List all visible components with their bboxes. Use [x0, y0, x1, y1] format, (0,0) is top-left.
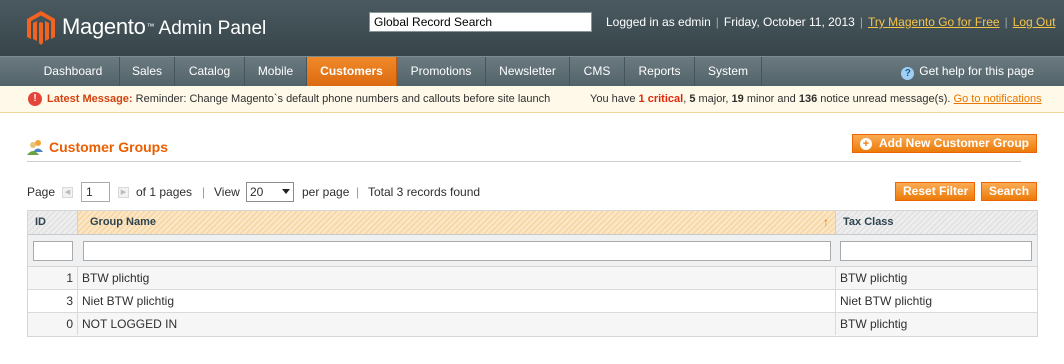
cell-group-name: NOT LOGGED IN — [78, 313, 836, 335]
title-divider — [27, 161, 1021, 162]
header-links: Logged in as edmin | Friday, October 11, 2… — [606, 15, 1056, 29]
add-new-customer-group-button[interactable]: + Add New Customer Group — [852, 134, 1037, 153]
unread-messages-summary: You have 1 critical, 5 major, 19 minor a… — [590, 93, 1042, 105]
trademark: ™ — [146, 22, 155, 31]
latest-message-text: Reminder: Change Magento`s default phone… — [135, 93, 551, 105]
column-header-group-name[interactable]: Group Name ↑ — [78, 211, 836, 234]
group-name-filter-input[interactable] — [83, 241, 831, 261]
search-button[interactable]: Search — [981, 182, 1037, 201]
per-page-label: per page — [302, 185, 350, 199]
logout-link[interactable]: Log Out — [1013, 15, 1056, 29]
try-magento-go-link[interactable]: Try Magento Go for Free — [868, 15, 1000, 29]
help-icon: ? — [901, 67, 915, 80]
nav-catalog[interactable]: Catalog — [175, 57, 245, 86]
minor-label: minor and — [746, 93, 796, 105]
nav-cms[interactable]: CMS — [570, 57, 625, 86]
notice-count: 136 — [798, 93, 818, 105]
chevron-down-icon — [282, 189, 290, 194]
minor-count: 19 — [731, 93, 744, 105]
prev-page-icon[interactable]: ◀ — [62, 187, 73, 198]
cell-tax-class: BTW plichtig — [840, 317, 908, 331]
cell-group-name: Niet BTW plichtig — [78, 290, 836, 312]
grid-filter-row — [28, 235, 1037, 267]
unread-prefix: You have — [590, 93, 636, 105]
add-button-label: Add New Customer Group — [879, 136, 1030, 150]
nav-newsletter[interactable]: Newsletter — [486, 57, 570, 86]
logged-in-text: Logged in as edmin — [606, 15, 711, 29]
cell-id: 1 — [28, 267, 78, 289]
page-number-input[interactable]: 1 — [81, 182, 110, 202]
critical-count: 1 critical — [638, 93, 684, 105]
view-label: View — [214, 185, 240, 199]
admin-header: Magento™ Admin Panel Global Record Search… — [0, 0, 1064, 56]
cell-id: 3 — [28, 290, 78, 312]
cell-tax-class: Niet BTW plichtig — [840, 294, 933, 308]
nav-reports[interactable]: Reports — [625, 57, 695, 86]
table-row[interactable]: 1 BTW plichtig BTW plichtig — [28, 267, 1037, 290]
per-page-value: 20 — [250, 185, 264, 199]
cell-group-name: BTW plichtig — [78, 267, 836, 289]
page-title: Customer Groups — [49, 139, 169, 155]
sort-arrow-up-icon: ↑ — [823, 215, 829, 229]
table-row[interactable]: 0 NOT LOGGED IN BTW plichtig — [28, 313, 1037, 336]
notice-label: notice unread message(s). — [820, 93, 951, 105]
global-search-input[interactable]: Global Record Search — [369, 12, 592, 32]
nav-mobile[interactable]: Mobile — [245, 57, 307, 86]
nav-system[interactable]: System — [695, 57, 762, 86]
major-count: 5 — [689, 93, 696, 105]
latest-message: Latest Message: Reminder: Change Magento… — [47, 86, 550, 112]
magento-logo-icon[interactable] — [27, 11, 55, 45]
major-label: major, — [698, 93, 729, 105]
of-pages-text: of 1 pages — [136, 185, 193, 199]
system-message-bar: ! Latest Message: Reminder: Change Magen… — [0, 86, 1064, 113]
nav-dashboard[interactable]: Dashboard — [27, 57, 120, 86]
customer-groups-icon — [27, 140, 43, 155]
main-nav: Dashboard Sales Catalog Mobile Customers… — [0, 56, 1064, 86]
page-label: Page — [27, 185, 56, 199]
plus-icon: + — [860, 138, 872, 150]
go-to-notifications-link[interactable]: Go to notifications — [954, 93, 1042, 105]
column-header-id[interactable]: ID — [28, 211, 78, 234]
help-text: Get help for this page — [919, 64, 1034, 78]
per-page-select[interactable]: 20 — [246, 182, 294, 202]
cell-tax-class: BTW plichtig — [840, 271, 908, 285]
column-header-tax-class[interactable]: Tax Class — [836, 211, 1037, 234]
latest-message-label: Latest Message: — [47, 93, 133, 105]
group-name-header-label: Group Name — [90, 216, 157, 228]
grid-header-row: ID Group Name ↑ Tax Class — [28, 211, 1037, 235]
id-filter-input[interactable] — [33, 241, 73, 261]
total-records-text: Total 3 records found — [368, 185, 481, 199]
customer-groups-grid: ID Group Name ↑ Tax Class 1 BTW plichtig… — [27, 210, 1038, 337]
tax-class-filter-input[interactable] — [840, 241, 1032, 261]
alert-icon: ! — [28, 92, 42, 106]
next-page-icon[interactable]: ▶ — [118, 187, 129, 198]
nav-sales[interactable]: Sales — [120, 57, 175, 86]
brand-name: Magento — [62, 14, 146, 39]
logo-text: Magento™ Admin Panel — [62, 14, 266, 40]
brand-subtitle: Admin Panel — [158, 18, 267, 39]
cell-id: 0 — [28, 313, 78, 335]
nav-promotions[interactable]: Promotions — [397, 57, 486, 86]
reset-filter-button[interactable]: Reset Filter — [895, 182, 975, 201]
current-date: Friday, October 11, 2013 — [723, 15, 855, 29]
table-row[interactable]: 3 Niet BTW plichtig Niet BTW plichtig — [28, 290, 1037, 313]
nav-customers[interactable]: Customers — [307, 57, 397, 86]
help-link[interactable]: ? Get help for this page — [901, 57, 1034, 86]
